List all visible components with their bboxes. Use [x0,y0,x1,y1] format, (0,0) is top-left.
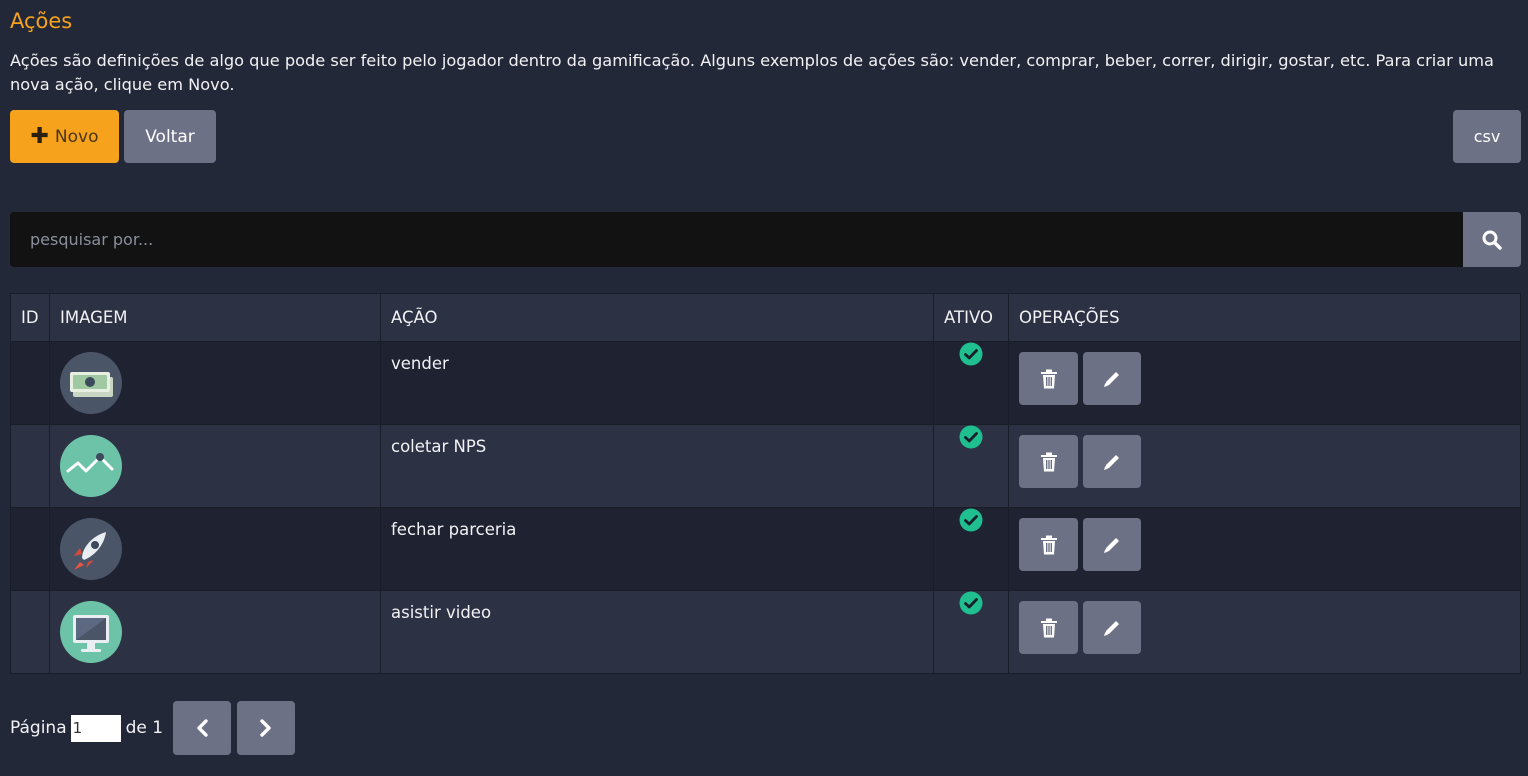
delete-button[interactable] [1019,352,1078,405]
page-description: Ações são definições de algo que pode se… [10,51,1494,94]
pencil-icon [1104,537,1119,553]
pencil-icon [1104,371,1119,387]
action-image [60,352,122,414]
delete-button[interactable] [1019,435,1078,488]
header-active[interactable]: ATIVO [933,293,1009,342]
edit-button[interactable] [1083,435,1141,488]
page-total-label: de 1 [125,718,164,738]
pagination: Página de 1 [10,701,296,755]
new-button-label: Novo [54,126,99,147]
edit-button[interactable] [1083,352,1141,405]
money-icon [70,372,113,397]
header-action[interactable]: AÇÃO [380,293,934,342]
edit-button[interactable] [1083,518,1141,571]
delete-button[interactable] [1019,601,1078,654]
trash-icon [1040,452,1057,471]
search-input[interactable] [10,212,1463,267]
page-label: Página [10,718,67,738]
page-title: Ações [10,9,73,33]
action-image [60,601,122,663]
cell-action: asistir video [380,590,934,674]
chevron-right-icon [260,719,271,737]
table-row: asistir video [10,590,1521,674]
monitor-icon [73,615,109,652]
trash-icon [1040,535,1057,554]
page-number-input[interactable] [70,714,121,742]
cell-id [10,590,50,674]
next-page-button[interactable] [237,701,296,755]
pencil-icon [1104,454,1119,470]
table-row: fechar parceria [10,507,1521,591]
header-image[interactable]: IMAGEM [49,293,381,342]
pencil-icon [1104,620,1119,636]
check-circle-icon [959,508,983,532]
delete-button[interactable] [1019,518,1078,571]
edit-button[interactable] [1083,601,1141,654]
chevron-left-icon [197,719,208,737]
action-image [60,518,122,580]
rocket-icon [74,532,106,570]
csv-export-button[interactable]: csv [1453,110,1521,163]
check-circle-icon [959,425,983,449]
plus-icon: ✚ [30,123,49,149]
cell-id [10,341,50,425]
search-button[interactable] [1463,212,1521,267]
previous-page-button[interactable] [173,701,232,755]
table-row: coletar NPS [10,424,1521,508]
trash-icon [1040,369,1057,388]
table-row: vender [10,341,1521,425]
search-bar [10,212,1521,267]
table-header-row: ID IMAGEM AÇÃO ATIVO OPERAÇÕES [10,293,1521,342]
action-image [60,435,122,497]
check-circle-icon [959,591,983,615]
cell-action: fechar parceria [380,507,934,591]
cell-action: coletar NPS [380,424,934,508]
cell-id [10,507,50,591]
header-operations: OPERAÇÕES [1008,293,1521,342]
new-button[interactable]: ✚ Novo [10,110,119,163]
check-circle-icon [959,342,983,366]
cell-id [10,424,50,508]
back-button[interactable]: Voltar [124,110,216,163]
chart-line-icon [66,453,114,473]
header-id[interactable]: ID [10,293,50,342]
trash-icon [1040,618,1057,637]
cell-action: vender [380,341,934,425]
actions-table: ID IMAGEM AÇÃO ATIVO OPERAÇÕES vender co… [10,293,1521,674]
search-icon [1482,230,1502,250]
